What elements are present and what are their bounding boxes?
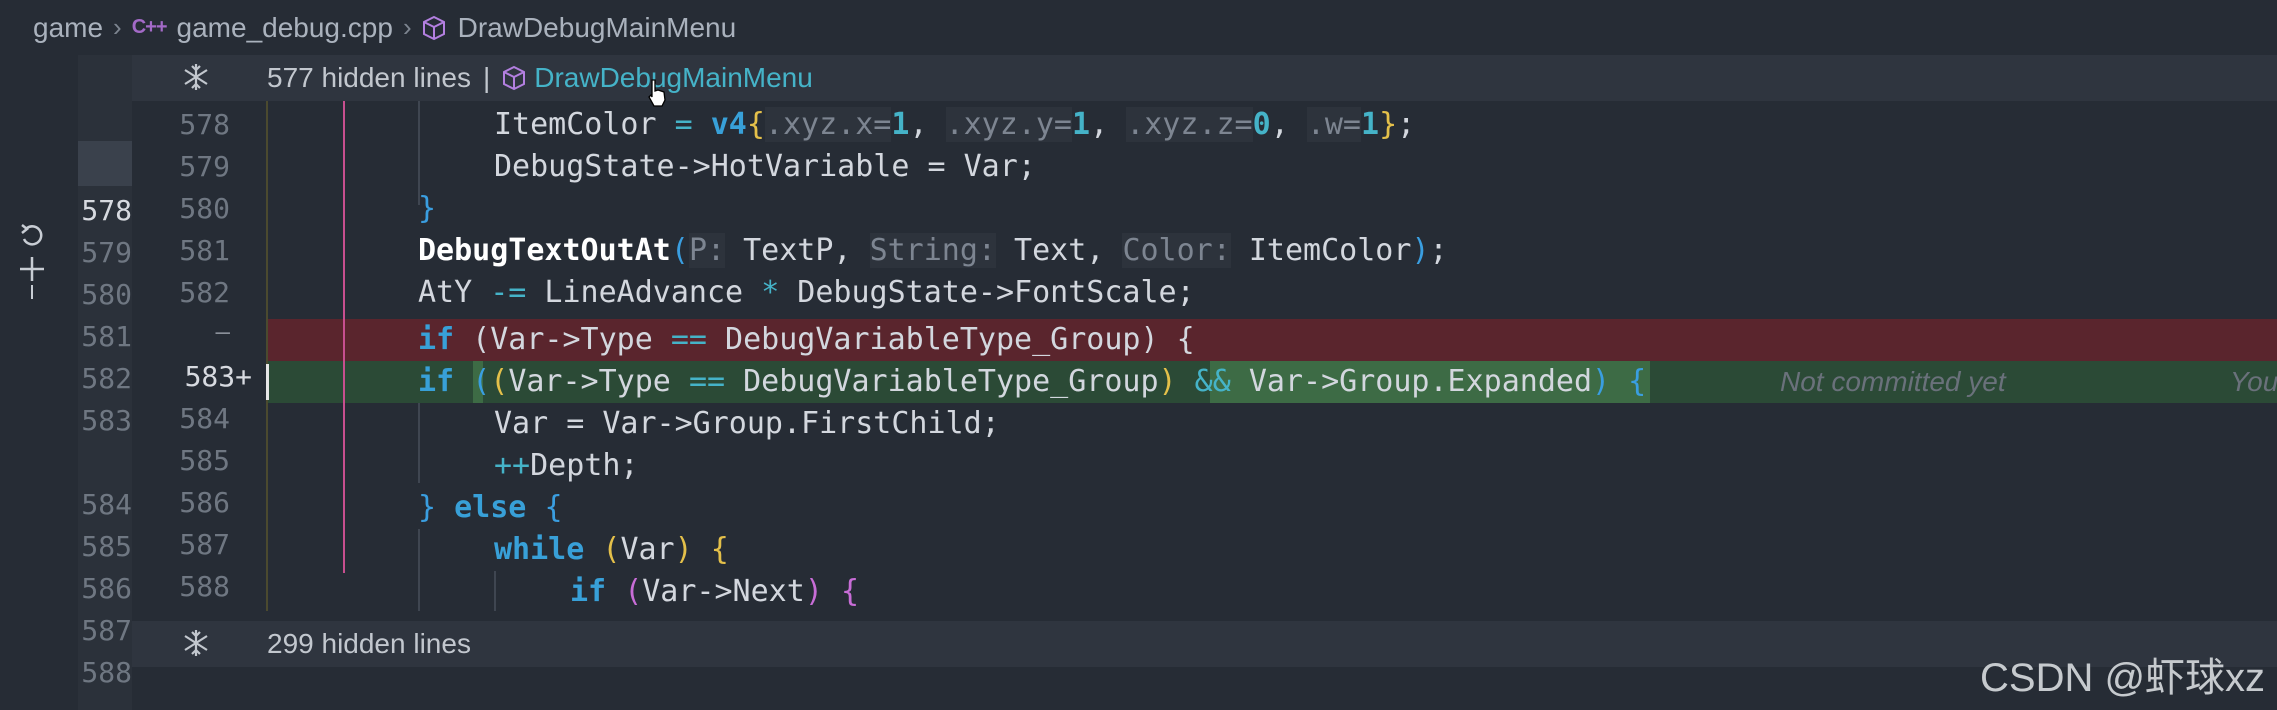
unfold-icon[interactable] (180, 61, 212, 93)
line-number: 582 (81, 362, 132, 395)
hidden-lines-region-bottom[interactable]: 299 hidden lines (132, 621, 2277, 667)
code-line: while (Var) { (494, 532, 729, 567)
line-number: 586 (179, 486, 230, 519)
inline-blame-message: Not committed yet (1780, 366, 2006, 397)
code-line: Var = Var->Group.FirstChild; (494, 406, 1000, 441)
line-number: 578 (81, 194, 132, 227)
revert-change-icon[interactable] (18, 222, 46, 250)
cpp-file-icon: C++ (131, 16, 168, 38)
hand-pointer-icon (648, 79, 666, 107)
breadcrumb-file[interactable]: game_debug.cpp (177, 12, 393, 44)
code-line: } else { (418, 490, 563, 525)
original-line-numbers: 578 579 580 581 582 583 584 585 586 587 … (78, 55, 132, 710)
indent-guide (418, 403, 420, 483)
breadcrumb: game › C++ game_debug.cpp › DrawDebugMai… (0, 0, 2277, 55)
code-line: AtY -= LineAdvance * DebugState->FontSca… (418, 275, 1195, 310)
line-number: 588 (179, 570, 230, 603)
hidden-lines-count: 577 hidden lines (267, 62, 471, 93)
line-number: 581 (179, 234, 230, 267)
line-number: 583+ (184, 360, 252, 393)
line-number: 588 (81, 656, 132, 689)
separator: | (482, 62, 491, 93)
hidden-lines-region-top[interactable]: 577 hidden lines | DrawDebugMainMenu (132, 55, 2277, 101)
watermark: CSDN @虾球xz (1980, 656, 2266, 700)
added-code-line: if ((Var->Type == DebugVariableType_Grou… (418, 364, 1647, 399)
line-number: 585 (179, 444, 230, 477)
breadcrumb-folder[interactable]: game (33, 12, 103, 44)
line-number: 579 (179, 150, 230, 183)
code-line: if (Var->Next) { (570, 574, 859, 609)
line-number: 586 (81, 572, 132, 605)
line-highlight (78, 141, 132, 186)
line-number: 587 (179, 528, 230, 561)
line-number: 579 (81, 236, 132, 269)
line-number: 580 (81, 278, 132, 311)
indent-guide (418, 529, 420, 611)
stage-change-icon[interactable] (18, 255, 46, 283)
glyph-margin (0, 55, 78, 710)
indent-guide (266, 101, 268, 611)
line-number: 585 (81, 530, 132, 563)
symbol-method-icon (422, 15, 445, 40)
line-number: 580 (179, 192, 230, 225)
chevron-right-icon: › (402, 12, 412, 42)
line-number: 584 (179, 402, 230, 435)
fold-symbol-link[interactable]: DrawDebugMainMenu (534, 62, 813, 93)
line-number: 583 (81, 404, 132, 437)
symbol-method-icon (503, 65, 526, 91)
code-line: DebugTextOutAt(P: TextP, String: Text, C… (418, 233, 1448, 268)
chevron-right-icon: › (113, 12, 122, 42)
code-line: ItemColor = v4{.xyz.x=1, .xyz.y=1, .xyz.… (494, 107, 1416, 142)
line-number: 582 (179, 276, 230, 309)
hidden-lines-count: 299 hidden lines (267, 628, 471, 659)
gutter-divider (31, 285, 33, 299)
breadcrumb-symbol[interactable]: DrawDebugMainMenu (458, 12, 737, 44)
indent-guide (494, 571, 496, 611)
line-number: 581 (81, 320, 132, 353)
line-number: 587 (81, 614, 132, 647)
line-number: 584 (81, 488, 132, 521)
unfold-icon[interactable] (180, 627, 212, 659)
code-line: DebugState->HotVariable = Var; (494, 149, 1036, 184)
code-line: ++Depth; (494, 448, 639, 483)
text-cursor (266, 364, 269, 400)
deleted-code-line: if (Var->Type == DebugVariableType_Group… (418, 322, 1195, 357)
code-line: } (418, 191, 437, 226)
indent-guide-active (343, 101, 345, 573)
deleted-line-marker: — (215, 318, 230, 346)
inline-blame-author: You (2230, 366, 2277, 397)
line-number: 578 (179, 108, 230, 141)
